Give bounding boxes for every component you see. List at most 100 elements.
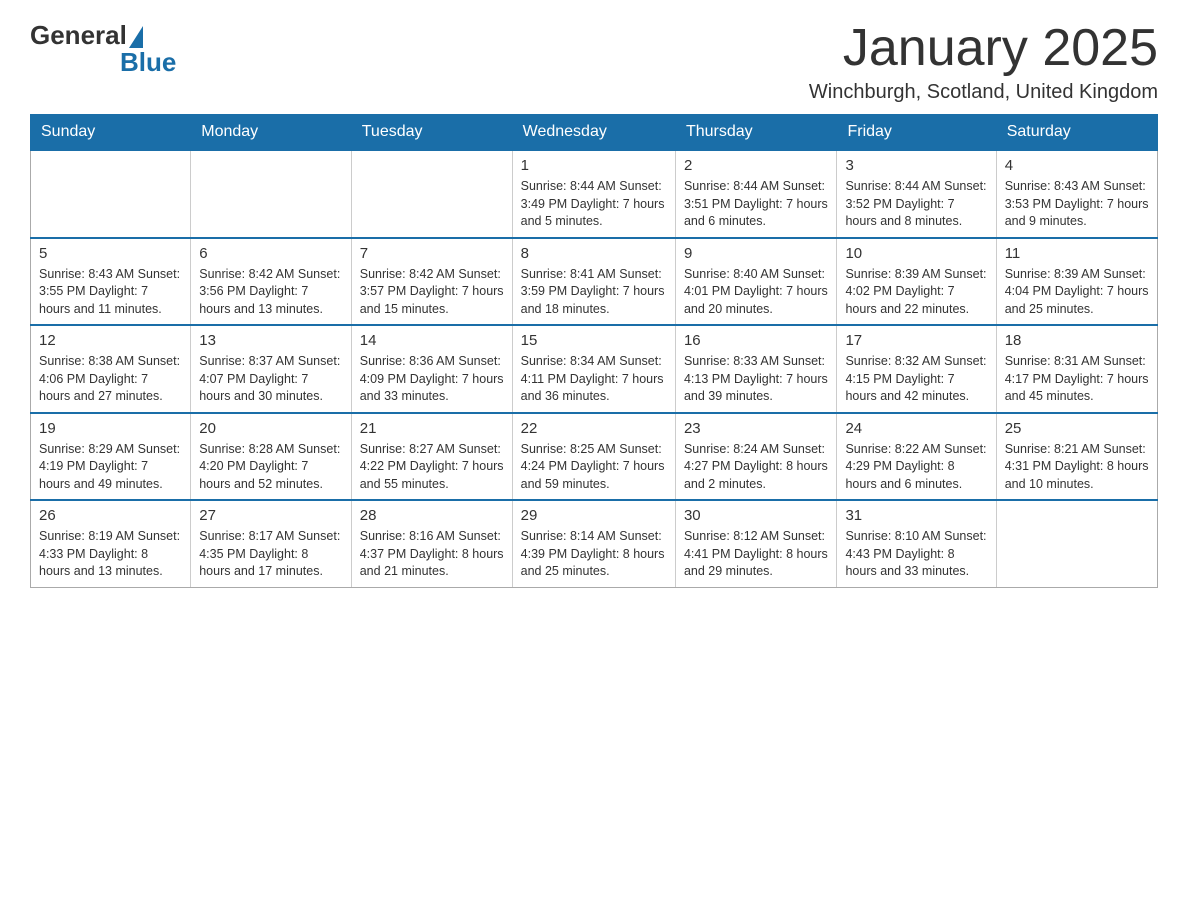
calendar-cell bbox=[351, 150, 512, 238]
calendar-cell: 13 Sunrise: 8:37 AM Sunset: 4:07 PM Dayli… bbox=[191, 325, 352, 413]
day-number: 3 bbox=[845, 157, 987, 174]
calendar-cell: 2Sunrise: 8:44 AM Sunset: 3:51 PM Daylig… bbox=[675, 150, 837, 238]
calendar-cell: 10 Sunrise: 8:39 AM Sunset: 4:02 PM Dayli… bbox=[837, 238, 996, 326]
calendar-cell: 26 Sunrise: 8:19 AM Sunset: 4:33 PM Dayli… bbox=[31, 500, 191, 587]
title-section: January 2025 Winchburgh, Scotland, Unite… bbox=[809, 20, 1158, 104]
day-number: 15 bbox=[521, 332, 667, 349]
calendar-cell: 14Sunrise: 8:36 AM Sunset: 4:09 PM Dayli… bbox=[351, 325, 512, 413]
calendar-cell: 27 Sunrise: 8:17 AM Sunset: 4:35 PM Dayli… bbox=[191, 500, 352, 587]
calendar-cell: 28Sunrise: 8:16 AM Sunset: 4:37 PM Dayli… bbox=[351, 500, 512, 587]
page-header: General Blue January 2025 Winchburgh, Sc… bbox=[30, 20, 1158, 104]
day-number: 26 bbox=[39, 507, 182, 524]
month-title: January 2025 bbox=[809, 20, 1158, 77]
calendar-week-row: 1Sunrise: 8:44 AM Sunset: 3:49 PM Daylig… bbox=[31, 150, 1158, 238]
calendar-cell: 25 Sunrise: 8:21 AM Sunset: 4:31 PM Dayli… bbox=[996, 413, 1157, 501]
calendar-cell: 4Sunrise: 8:43 AM Sunset: 3:53 PM Daylig… bbox=[996, 150, 1157, 238]
calendar-cell: 9Sunrise: 8:40 AM Sunset: 4:01 PM Daylig… bbox=[675, 238, 837, 326]
calendar-cell: 20 Sunrise: 8:28 AM Sunset: 4:20 PM Dayli… bbox=[191, 413, 352, 501]
calendar-week-row: 5 Sunrise: 8:43 AM Sunset: 3:55 PM Daylig… bbox=[31, 238, 1158, 326]
calendar-cell: 17Sunrise: 8:32 AM Sunset: 4:15 PM Dayli… bbox=[837, 325, 996, 413]
day-info: Sunrise: 8:27 AM Sunset: 4:22 PM Dayligh… bbox=[360, 441, 504, 494]
day-info: Sunrise: 8:22 AM Sunset: 4:29 PM Dayligh… bbox=[845, 441, 987, 494]
day-info: Sunrise: 8:43 AM Sunset: 3:55 PM Dayligh… bbox=[39, 266, 182, 319]
day-number: 10 bbox=[845, 245, 987, 262]
calendar-cell: 22 Sunrise: 8:25 AM Sunset: 4:24 PM Dayli… bbox=[512, 413, 675, 501]
day-number: 24 bbox=[845, 420, 987, 437]
day-info: Sunrise: 8:41 AM Sunset: 3:59 PM Dayligh… bbox=[521, 266, 667, 319]
day-info: Sunrise: 8:28 AM Sunset: 4:20 PM Dayligh… bbox=[199, 441, 343, 494]
calendar-week-row: 12 Sunrise: 8:38 AM Sunset: 4:06 PM Dayli… bbox=[31, 325, 1158, 413]
calendar-cell bbox=[31, 150, 191, 238]
day-info: Sunrise: 8:19 AM Sunset: 4:33 PM Dayligh… bbox=[39, 528, 182, 581]
day-number: 17 bbox=[845, 332, 987, 349]
day-number: 7 bbox=[360, 245, 504, 262]
day-info: Sunrise: 8:44 AM Sunset: 3:52 PM Dayligh… bbox=[845, 178, 987, 231]
day-number: 19 bbox=[39, 420, 182, 437]
day-info: Sunrise: 8:42 AM Sunset: 3:56 PM Dayligh… bbox=[199, 266, 343, 319]
day-info: Sunrise: 8:21 AM Sunset: 4:31 PM Dayligh… bbox=[1005, 441, 1149, 494]
day-of-week-header: Tuesday bbox=[351, 115, 512, 151]
day-info: Sunrise: 8:42 AM Sunset: 3:57 PM Dayligh… bbox=[360, 266, 504, 319]
day-info: Sunrise: 8:29 AM Sunset: 4:19 PM Dayligh… bbox=[39, 441, 182, 494]
location-subtitle: Winchburgh, Scotland, United Kingdom bbox=[809, 81, 1158, 104]
logo: General Blue bbox=[30, 20, 176, 78]
day-number: 23 bbox=[684, 420, 829, 437]
day-info: Sunrise: 8:14 AM Sunset: 4:39 PM Dayligh… bbox=[521, 528, 667, 581]
day-info: Sunrise: 8:44 AM Sunset: 3:49 PM Dayligh… bbox=[521, 178, 667, 231]
calendar-cell: 3 Sunrise: 8:44 AM Sunset: 3:52 PM Daylig… bbox=[837, 150, 996, 238]
day-info: Sunrise: 8:17 AM Sunset: 4:35 PM Dayligh… bbox=[199, 528, 343, 581]
calendar-cell: 19 Sunrise: 8:29 AM Sunset: 4:19 PM Dayli… bbox=[31, 413, 191, 501]
day-number: 18 bbox=[1005, 332, 1149, 349]
day-info: Sunrise: 8:24 AM Sunset: 4:27 PM Dayligh… bbox=[684, 441, 829, 494]
day-number: 25 bbox=[1005, 420, 1149, 437]
day-of-week-header: Monday bbox=[191, 115, 352, 151]
day-of-week-header: Sunday bbox=[31, 115, 191, 151]
calendar-cell: 6 Sunrise: 8:42 AM Sunset: 3:56 PM Daylig… bbox=[191, 238, 352, 326]
day-info: Sunrise: 8:25 AM Sunset: 4:24 PM Dayligh… bbox=[521, 441, 667, 494]
day-number: 13 bbox=[199, 332, 343, 349]
day-number: 30 bbox=[684, 507, 829, 524]
day-number: 29 bbox=[521, 507, 667, 524]
calendar-cell: 24 Sunrise: 8:22 AM Sunset: 4:29 PM Dayli… bbox=[837, 413, 996, 501]
day-number: 2 bbox=[684, 157, 829, 174]
day-info: Sunrise: 8:43 AM Sunset: 3:53 PM Dayligh… bbox=[1005, 178, 1149, 231]
calendar-cell: 12 Sunrise: 8:38 AM Sunset: 4:06 PM Dayli… bbox=[31, 325, 191, 413]
day-number: 22 bbox=[521, 420, 667, 437]
day-info: Sunrise: 8:37 AM Sunset: 4:07 PM Dayligh… bbox=[199, 353, 343, 406]
day-of-week-header: Friday bbox=[837, 115, 996, 151]
day-of-week-header: Thursday bbox=[675, 115, 837, 151]
day-number: 12 bbox=[39, 332, 182, 349]
calendar-cell: 16Sunrise: 8:33 AM Sunset: 4:13 PM Dayli… bbox=[675, 325, 837, 413]
day-info: Sunrise: 8:34 AM Sunset: 4:11 PM Dayligh… bbox=[521, 353, 667, 406]
day-of-week-header: Saturday bbox=[996, 115, 1157, 151]
logo-blue-text: Blue bbox=[120, 47, 176, 78]
day-info: Sunrise: 8:10 AM Sunset: 4:43 PM Dayligh… bbox=[845, 528, 987, 581]
calendar-week-row: 26 Sunrise: 8:19 AM Sunset: 4:33 PM Dayli… bbox=[31, 500, 1158, 587]
day-number: 8 bbox=[521, 245, 667, 262]
day-number: 6 bbox=[199, 245, 343, 262]
calendar-cell: 30 Sunrise: 8:12 AM Sunset: 4:41 PM Dayli… bbox=[675, 500, 837, 587]
day-of-week-header: Wednesday bbox=[512, 115, 675, 151]
logo-triangle-icon bbox=[129, 26, 143, 48]
calendar-cell: 5 Sunrise: 8:43 AM Sunset: 3:55 PM Daylig… bbox=[31, 238, 191, 326]
day-info: Sunrise: 8:12 AM Sunset: 4:41 PM Dayligh… bbox=[684, 528, 829, 581]
calendar-cell: 8 Sunrise: 8:41 AM Sunset: 3:59 PM Daylig… bbox=[512, 238, 675, 326]
day-info: Sunrise: 8:38 AM Sunset: 4:06 PM Dayligh… bbox=[39, 353, 182, 406]
day-number: 27 bbox=[199, 507, 343, 524]
calendar-table: SundayMondayTuesdayWednesdayThursdayFrid… bbox=[30, 114, 1158, 588]
day-info: Sunrise: 8:39 AM Sunset: 4:04 PM Dayligh… bbox=[1005, 266, 1149, 319]
day-number: 31 bbox=[845, 507, 987, 524]
day-number: 9 bbox=[684, 245, 829, 262]
day-info: Sunrise: 8:39 AM Sunset: 4:02 PM Dayligh… bbox=[845, 266, 987, 319]
calendar-cell: 21 Sunrise: 8:27 AM Sunset: 4:22 PM Dayli… bbox=[351, 413, 512, 501]
calendar-cell: 23 Sunrise: 8:24 AM Sunset: 4:27 PM Dayli… bbox=[675, 413, 837, 501]
day-info: Sunrise: 8:16 AM Sunset: 4:37 PM Dayligh… bbox=[360, 528, 504, 581]
day-number: 5 bbox=[39, 245, 182, 262]
calendar-cell bbox=[996, 500, 1157, 587]
day-number: 21 bbox=[360, 420, 504, 437]
day-info: Sunrise: 8:31 AM Sunset: 4:17 PM Dayligh… bbox=[1005, 353, 1149, 406]
day-number: 20 bbox=[199, 420, 343, 437]
day-number: 16 bbox=[684, 332, 829, 349]
calendar-cell: 31 Sunrise: 8:10 AM Sunset: 4:43 PM Dayli… bbox=[837, 500, 996, 587]
day-info: Sunrise: 8:36 AM Sunset: 4:09 PM Dayligh… bbox=[360, 353, 504, 406]
